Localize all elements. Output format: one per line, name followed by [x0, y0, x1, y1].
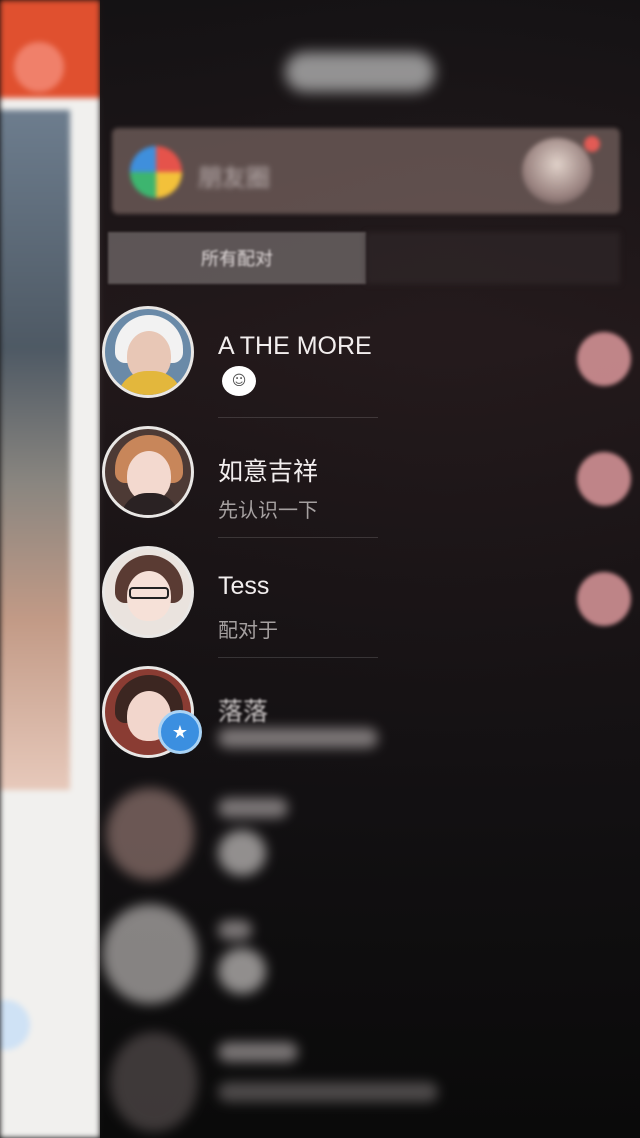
avatar [102, 546, 194, 638]
match-tabs: 所有配对 [108, 232, 620, 284]
background-app-page [0, 0, 100, 1138]
smile-emoji-icon: ☺ [222, 366, 256, 396]
background-app-header [0, 0, 100, 98]
moments-icon [130, 146, 182, 198]
header-icon [14, 42, 64, 92]
star-icon: ★ [158, 710, 202, 754]
contact-name [218, 920, 252, 940]
panel-title [285, 52, 435, 92]
chat-row[interactable] [100, 898, 640, 1018]
contact-name: A THE MORE [218, 332, 372, 360]
message-preview: 配对于 [218, 620, 278, 642]
moments-unread-dot [584, 136, 600, 152]
unread-dot [577, 332, 631, 386]
chat-row[interactable]: ★ 落落 [100, 658, 640, 778]
emoji-icon [218, 948, 266, 994]
avatar [102, 306, 194, 398]
unread-dot [577, 572, 631, 626]
tab-all-matches[interactable]: 所有配对 [108, 232, 366, 284]
unread-dot [577, 452, 631, 506]
match-list-panel: 朋友圈 所有配对 A THE MORE ☺ 如意吉祥 先认识一下 Tess 配对… [100, 0, 640, 1138]
background-photo [0, 110, 70, 790]
tab-secondary[interactable] [366, 232, 620, 284]
chat-row[interactable]: 如意吉祥 先认识一下 [100, 418, 640, 538]
avatar [102, 426, 194, 518]
chat-row[interactable]: A THE MORE ☺ [100, 298, 640, 418]
contact-name: 如意吉祥 [218, 458, 319, 486]
moments-entry[interactable]: 朋友圈 [112, 128, 620, 214]
message-preview: 先认识一下 [218, 500, 318, 522]
contact-name [218, 798, 288, 818]
avatar [102, 904, 198, 1004]
moments-label: 朋友圈 [198, 165, 270, 192]
contact-name [218, 1042, 298, 1062]
message-preview [218, 728, 378, 748]
chat-row[interactable] [100, 1018, 640, 1138]
screen: 朋友圈 所有配对 A THE MORE ☺ 如意吉祥 先认识一下 Tess 配对… [0, 0, 640, 1138]
message-preview [218, 1082, 438, 1102]
emoji-icon [218, 830, 266, 876]
avatar [106, 788, 194, 880]
chat-row[interactable] [100, 778, 640, 898]
contact-name: Tess [218, 572, 270, 600]
chat-row[interactable]: Tess 配对于 [100, 538, 640, 658]
moments-latest-avatar [522, 138, 592, 204]
avatar [110, 1032, 198, 1132]
chat-bubble-icon [0, 1000, 30, 1050]
contact-name: 落落 [218, 698, 269, 726]
